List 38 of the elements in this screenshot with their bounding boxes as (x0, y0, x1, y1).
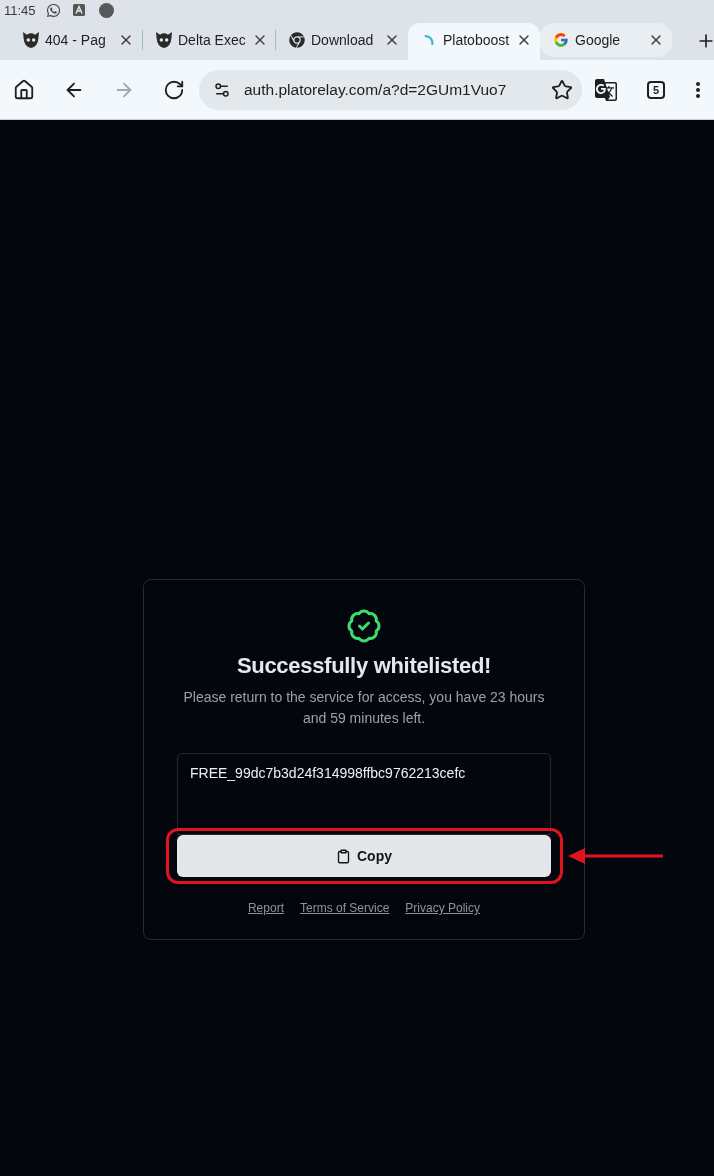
home-icon (13, 78, 35, 101)
key-field[interactable]: FREE_99dc7b3d24f314998ffbc9762213cefc (177, 753, 551, 835)
tab-title: Platoboost (443, 32, 510, 48)
app-notification-icon (72, 4, 85, 16)
creature-icon (156, 32, 172, 48)
tab-title: 404 - Pag (45, 32, 107, 48)
google-logo-icon (553, 32, 569, 48)
browser-tab[interactable]: Google (540, 23, 672, 57)
footer-link[interactable]: Privacy Policy (405, 901, 481, 915)
clock-time: 11:45 (4, 2, 36, 18)
copy-button[interactable]: Copy (177, 835, 551, 877)
loading-spinner-icon (424, 35, 434, 45)
more-menu-icon (696, 81, 700, 98)
browser-tab[interactable]: Platoboost (408, 23, 540, 60)
success-title: Successfully whitelisted! (236, 653, 492, 679)
creature-icon (23, 32, 39, 48)
tab-title: Download (311, 32, 375, 48)
footer-link[interactable]: Report (247, 901, 284, 915)
reload-icon (163, 78, 185, 101)
status-dot-icon (98, 2, 114, 18)
browser-tab[interactable]: Delta Exec (143, 23, 275, 57)
footer-link[interactable]: Terms of Service (300, 901, 390, 915)
browser-tab[interactable]: 404 - Pag (10, 23, 142, 57)
bookmark-button[interactable] (550, 77, 574, 102)
site-settings-icon (213, 80, 231, 99)
browser-logo-icon (289, 32, 305, 48)
address-bar[interactable]: auth.platorelay.com/a?d=2GUm1Vuo7 (199, 69, 582, 110)
tab-title: Google (575, 32, 622, 48)
translate-icon (594, 77, 618, 102)
verified-badge-icon (346, 608, 382, 644)
tab-switcher-button[interactable]: 5 (647, 80, 665, 99)
phone-bubble-icon (45, 2, 61, 18)
clipboard-icon (336, 848, 351, 864)
browser-tab[interactable]: Download (276, 23, 408, 57)
url-text: auth.platorelay.com/a?d=2GUm1Vuo7 (244, 80, 508, 99)
success-message: Please return to the service for access, you have 23 hours and 59 minutes left. (182, 688, 546, 728)
star-icon (551, 78, 573, 101)
tab-title: Delta Exec (178, 32, 246, 48)
